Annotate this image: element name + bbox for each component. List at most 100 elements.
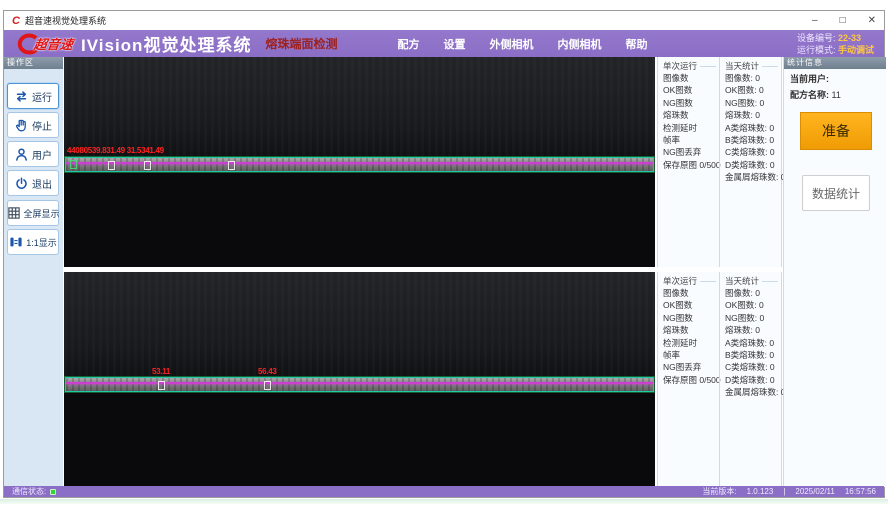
one-to-one-button-label: 1:1显示 [26, 236, 57, 249]
stat-row: D类熔珠数: 0 [725, 159, 781, 171]
stat-row: NG图数: 0 [725, 312, 781, 324]
measurement-annotation: 53.11 [152, 367, 170, 376]
stat-row: B类熔珠数: 0 [725, 349, 781, 361]
stop-button[interactable]: 停止 [7, 112, 59, 138]
stat-row: A类熔珠数: 0 [725, 122, 781, 134]
statistics-area: 单次运行 图像数 OK图数 NG图数 熔珠数 检测延时 帧率 NG图丢弃 保存原… [657, 57, 782, 487]
stat-row: 保存原图 0/500 [663, 374, 719, 386]
daily-stats-panel: 当天统计 图像数: 0 OK图数: 0 NG图数: 0 熔珠数: 0 A类熔珠数… [719, 57, 782, 267]
single-run-title: 单次运行 [663, 60, 697, 72]
brand-logo: 超音速 [14, 33, 73, 55]
device-info: 设备编号: 22-33 运行模式: 手动调试 [797, 32, 874, 56]
weld-bead-strip [65, 377, 654, 392]
maximize-button[interactable]: □ [840, 11, 846, 30]
camera-view-bottom: 53.11 56.43 [64, 272, 655, 487]
stat-row: 图像数 [663, 287, 719, 299]
stat-row: 熔珠数 [663, 324, 719, 336]
exit-button[interactable]: 退出 [7, 170, 59, 196]
brand-text: 超音速 [33, 34, 75, 53]
operation-sidebar: 操作区 运行 停止 [4, 57, 63, 487]
run-mode-label: 运行模式: [797, 45, 836, 55]
app-title: IVision视觉处理系统 [81, 31, 251, 56]
menu-item-recipe[interactable]: 配方 [397, 36, 419, 52]
laser-line-overlay [66, 162, 653, 164]
device-id-label: 设备编号: [797, 33, 836, 43]
status-time: 16:57:56 [845, 487, 876, 496]
stat-row: NG图数: 0 [725, 97, 781, 109]
image-background [64, 272, 655, 377]
stop-button-label: 停止 [32, 118, 52, 133]
camera-view-top: 44080539.831.49 31.5341.49 [64, 57, 655, 267]
measurement-annotation: 56.43 [258, 367, 277, 376]
window-title: 超音速视觉处理系统 [25, 14, 106, 27]
sidebar-title: 操作区 [4, 57, 63, 69]
stat-row: 图像数 [663, 72, 719, 84]
main-content: 操作区 运行 停止 [4, 57, 884, 487]
one-to-one-button[interactable]: 1:1显示 [7, 229, 59, 255]
stats-group-top: 单次运行 图像数 OK图数 NG图数 熔珠数 检测延时 帧率 NG图丢弃 保存原… [657, 57, 782, 267]
recipe-name-value: 11 [832, 90, 841, 100]
window-titlebar: C 超音速视觉处理系统 – □ ✕ [4, 11, 884, 30]
detection-box [144, 161, 151, 170]
stat-row: OK图数 [663, 299, 719, 311]
laser-line-overlay [66, 382, 653, 384]
status-bar: 通信状态: 当前版本: 1.0.123 | 2025/02/11 16:57:5… [4, 486, 884, 497]
stat-row: 金属屑熔珠数: 0 [725, 386, 781, 398]
menu-item-outer-camera[interactable]: 外侧相机 [489, 36, 533, 52]
stat-row: 保存原图 0/500 [663, 159, 719, 171]
device-id-value: 22-33 [838, 33, 861, 43]
stat-row: OK图数: 0 [725, 84, 781, 96]
single-run-panel: 单次运行 图像数 OK图数 NG图数 熔珠数 检测延时 帧率 NG图丢弃 保存原… [657, 57, 719, 267]
close-button[interactable]: ✕ [868, 11, 876, 30]
menu-item-help[interactable]: 帮助 [625, 36, 647, 52]
detection-box [70, 160, 77, 169]
status-divider: | [783, 487, 785, 496]
minimize-button[interactable]: – [812, 11, 818, 30]
data-statistics-button[interactable]: 数据统计 [802, 175, 870, 211]
stat-row: 检测延时 [663, 122, 719, 134]
fullscreen-button-label: 全屏显示 [24, 207, 60, 220]
stat-row: 帧率 [663, 349, 719, 361]
version-label: 当前版本: [702, 486, 736, 497]
stat-row: C类熔珠数: 0 [725, 361, 781, 373]
stat-row: NG图丢弃 [663, 361, 719, 373]
single-run-title: 单次运行 [663, 275, 697, 287]
menu-item-inner-camera[interactable]: 内侧相机 [557, 36, 601, 52]
comm-status-indicator [50, 489, 56, 495]
stat-row: 金属屑熔珠数: 0 [725, 171, 781, 183]
info-panel-title: 统计信息 [784, 57, 886, 69]
stat-row: 熔珠数: 0 [725, 324, 781, 336]
user-button-label: 用户 [32, 147, 52, 162]
stat-row: A类熔珠数: 0 [725, 337, 781, 349]
stat-row: NG图数 [663, 97, 719, 109]
stat-row: 帧率 [663, 134, 719, 146]
menu-item-settings[interactable]: 设置 [443, 36, 465, 52]
fullscreen-grid-icon [7, 206, 21, 220]
detection-box [228, 161, 235, 170]
user-button[interactable]: 用户 [7, 141, 59, 167]
single-run-panel: 单次运行 图像数 OK图数 NG图数 熔珠数 检测延时 帧率 NG图丢弃 保存原… [657, 272, 719, 487]
prepare-button[interactable]: 准备 [800, 112, 872, 150]
version-value: 1.0.123 [747, 487, 774, 496]
daily-stats-title: 当天统计 [725, 60, 759, 72]
detection-box [158, 381, 165, 390]
run-button[interactable]: 运行 [7, 83, 59, 109]
recipe-name-label: 配方名称: [790, 90, 829, 100]
stat-row: 图像数: 0 [725, 72, 781, 84]
camera-viewports: 44080539.831.49 31.5341.49 53.11 56.43 [63, 57, 656, 487]
stat-row: 检测延时 [663, 337, 719, 349]
stat-row: D类熔珠数: 0 [725, 374, 781, 386]
status-date: 2025/02/11 [795, 487, 834, 496]
detection-box [264, 381, 271, 390]
stat-row: OK图数 [663, 84, 719, 96]
image-background [64, 57, 655, 157]
stat-row: B类熔珠数: 0 [725, 134, 781, 146]
fullscreen-button[interactable]: 全屏显示 [7, 200, 59, 226]
daily-stats-panel: 当天统计 图像数: 0 OK图数: 0 NG图数: 0 熔珠数: 0 A类熔珠数… [719, 272, 782, 487]
detection-box [108, 161, 115, 170]
app-icon: C [12, 15, 20, 27]
stat-row: NG图丢弃 [663, 146, 719, 158]
measurement-annotation: 44080539.831.49 31.5341.49 [67, 146, 164, 155]
run-icon [14, 89, 29, 104]
stat-row: 熔珠数: 0 [725, 109, 781, 121]
